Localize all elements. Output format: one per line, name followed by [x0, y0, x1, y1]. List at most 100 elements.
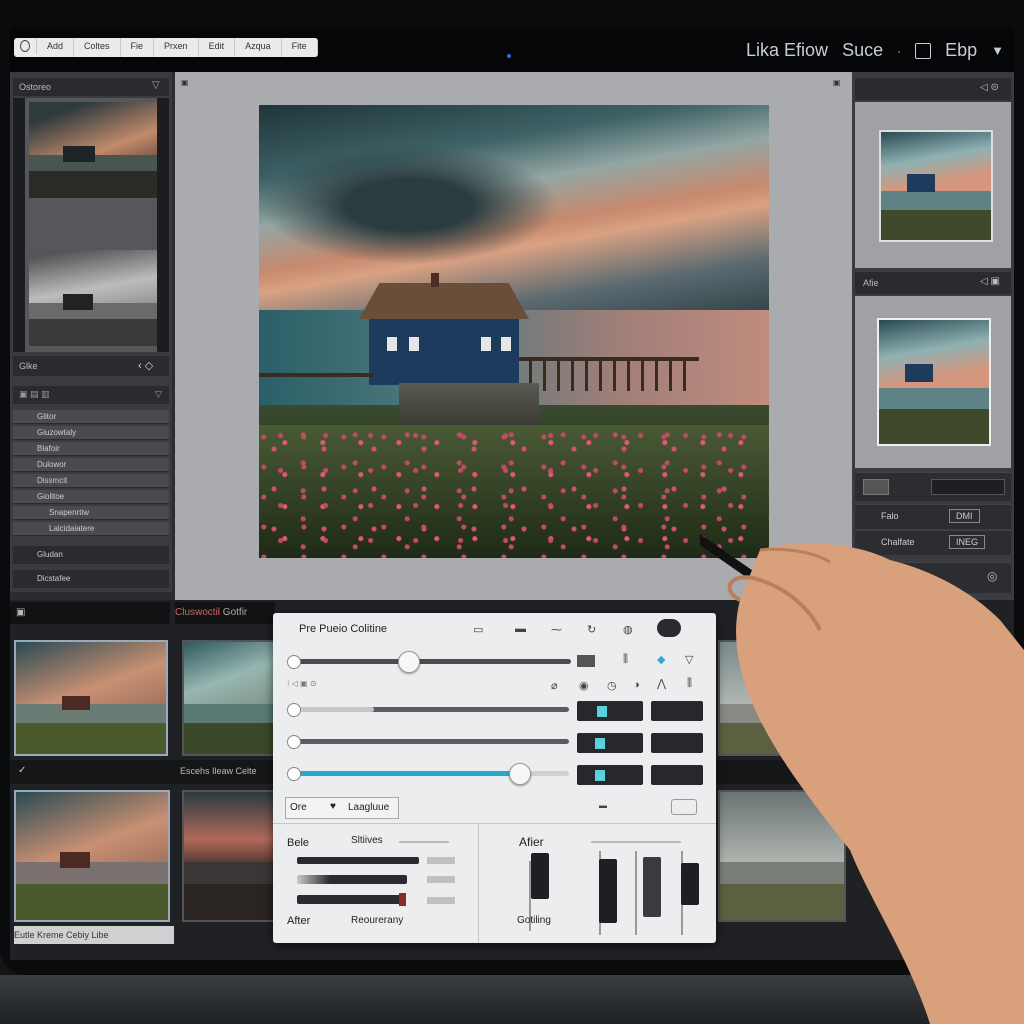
value-pill[interactable]: [651, 701, 703, 721]
filmstrip-bottom-bar[interactable]: Eutle Kreme Cebiy Libe: [14, 926, 174, 944]
slider-track[interactable]: [291, 659, 571, 664]
bar-marker[interactable]: [399, 893, 406, 906]
value-pill[interactable]: [577, 765, 643, 785]
preset-thumb-bw[interactable]: [29, 250, 157, 346]
list-item[interactable]: Giuzowtaly: [13, 426, 169, 440]
home-tab[interactable]: [14, 38, 37, 54]
film-thumb-selected[interactable]: [14, 790, 170, 922]
small-button-icon[interactable]: ▬: [599, 801, 607, 810]
export-label[interactable]: Ebp: [945, 40, 977, 61]
value-field[interactable]: [931, 479, 1005, 495]
edit-panel: Pre Pueio Colitine ▭ ▬ ⁓ ↻ ◍ ⫼ ◆ ▽ ⁝ ◁ ▣…: [273, 613, 716, 943]
filmstrip-bar: ▣: [10, 602, 170, 624]
preset-selector[interactable]: Ore ♥ Laagluue: [285, 797, 399, 819]
sharpness-label: Sltiives: [351, 835, 383, 846]
slider-knob[interactable]: [397, 651, 420, 673]
crop-icon[interactable]: ▬: [515, 623, 526, 635]
vertical-slider-knob[interactable]: [681, 863, 699, 905]
small-tools-icon[interactable]: ⁝ ◁ ▣ ⊙: [287, 679, 317, 688]
left-footer-row[interactable]: Gludan: [13, 546, 169, 564]
right-section-icons[interactable]: ◁ ▣: [980, 276, 1000, 287]
color-swatch[interactable]: [577, 655, 595, 667]
save-icon[interactable]: ▣: [16, 602, 25, 624]
camera-icon[interactable]: [915, 42, 932, 59]
list-item[interactable]: Blafoir: [13, 442, 169, 456]
sync-label[interactable]: Suce: [842, 40, 883, 61]
list-item[interactable]: Giolitoe: [13, 490, 169, 504]
slider-knob[interactable]: [508, 763, 531, 785]
tab-fite[interactable]: Fite: [282, 38, 318, 57]
list-item[interactable]: Snapenrtiw: [13, 506, 169, 520]
tab-azqua[interactable]: Azqua: [235, 38, 282, 57]
collapse-icon[interactable]: ▽: [152, 80, 160, 91]
vertical-slider[interactable]: [635, 851, 637, 935]
tab-edit[interactable]: Edit: [199, 38, 236, 57]
sharpness-track[interactable]: [399, 841, 449, 843]
vertical-slider-knob[interactable]: [643, 857, 661, 917]
before-bar[interactable]: [297, 857, 419, 864]
list-item[interactable]: Glitor: [13, 410, 169, 424]
filmstrip-label[interactable]: Escehs Ileaw Celte: [180, 760, 257, 782]
target-icon[interactable]: ◉: [579, 679, 589, 692]
tab-prxen[interactable]: Prxen: [154, 38, 199, 57]
navigator-preview[interactable]: [879, 130, 993, 242]
timer-icon[interactable]: ◷: [607, 679, 617, 692]
list-dropdown-icon[interactable]: ▽: [155, 389, 162, 400]
check-icon[interactable]: ✓: [18, 760, 26, 782]
curve-icon[interactable]: ⋀: [657, 677, 666, 690]
triangle-icon[interactable]: ▽: [685, 653, 693, 666]
vertical-slider-knob[interactable]: [599, 859, 617, 923]
slider-track[interactable]: [291, 707, 569, 712]
film-thumb[interactable]: [14, 640, 168, 756]
canvas-corner-icon-right[interactable]: ▣: [833, 78, 841, 87]
main-photo[interactable]: [259, 105, 769, 558]
list-item[interactable]: Dulowor: [13, 458, 169, 472]
heart-icon[interactable]: ♥: [330, 801, 336, 812]
value-pill[interactable]: [577, 733, 643, 753]
slider-start-knob[interactable]: [287, 767, 301, 781]
filmstrip-label[interactable]: Gotfir: [223, 607, 247, 618]
slider-track[interactable]: [291, 739, 569, 744]
grid-icon[interactable]: ▭: [473, 623, 483, 636]
list-item[interactable]: Lalcidaiatere: [13, 522, 169, 536]
ratio-button[interactable]: [671, 799, 697, 815]
levels-icon[interactable]: ⫼: [687, 677, 692, 690]
panel-toggle-icon[interactable]: ◁ ⊝: [980, 82, 999, 93]
left-footer-row[interactable]: Dicstafee: [13, 570, 169, 588]
restore-label[interactable]: Reourerany: [351, 915, 403, 926]
filmstrip-label[interactable]: Cluswoctil: [175, 607, 220, 618]
histogram-icon[interactable]: ⫼: [623, 653, 628, 666]
value-pill[interactable]: [651, 733, 703, 753]
before-bar[interactable]: [297, 875, 407, 884]
list-tool-icons[interactable]: ▣ ▤ ▥: [19, 389, 50, 400]
mask-icon[interactable]: ◍: [623, 623, 633, 636]
back-arrow-icon[interactable]: ‹ ◇: [138, 359, 153, 372]
vertical-slider-knob[interactable]: [531, 853, 549, 899]
value-pill[interactable]: [651, 765, 703, 785]
toggle-switch[interactable]: [657, 619, 681, 637]
slider-start-knob[interactable]: [287, 655, 301, 669]
tab-add[interactable]: Add: [37, 38, 75, 57]
film-thumb[interactable]: [182, 640, 282, 756]
slider-start-knob[interactable]: [287, 703, 301, 717]
brush-icon[interactable]: ⁓: [551, 623, 562, 636]
preset-thumb-color[interactable]: [29, 102, 157, 198]
canvas-corner-icon[interactable]: ▣: [181, 78, 189, 87]
contrast-icon[interactable]: ◑: [633, 679, 640, 691]
drop-icon[interactable]: ◆: [657, 653, 665, 666]
value-pill[interactable]: [577, 701, 643, 721]
preset-label-2: Laagluue: [348, 802, 390, 813]
dropper-icon[interactable]: ⌀: [551, 679, 558, 692]
before-bar[interactable]: [297, 895, 405, 904]
preset-label: Ore: [290, 802, 307, 813]
slider-start-knob[interactable]: [287, 735, 301, 749]
chevron-down-icon[interactable]: ▼: [991, 43, 1004, 58]
film-thumb[interactable]: [182, 790, 282, 922]
rotate-icon[interactable]: ↻: [587, 623, 596, 636]
before-preview[interactable]: [877, 318, 991, 446]
toggle-button[interactable]: [863, 479, 889, 495]
tab-fie[interactable]: Fie: [121, 38, 155, 57]
tab-coltes[interactable]: Coltes: [74, 38, 121, 57]
workflow-label[interactable]: Lika Efiow: [746, 40, 828, 61]
list-item[interactable]: Dissmcit: [13, 474, 169, 488]
